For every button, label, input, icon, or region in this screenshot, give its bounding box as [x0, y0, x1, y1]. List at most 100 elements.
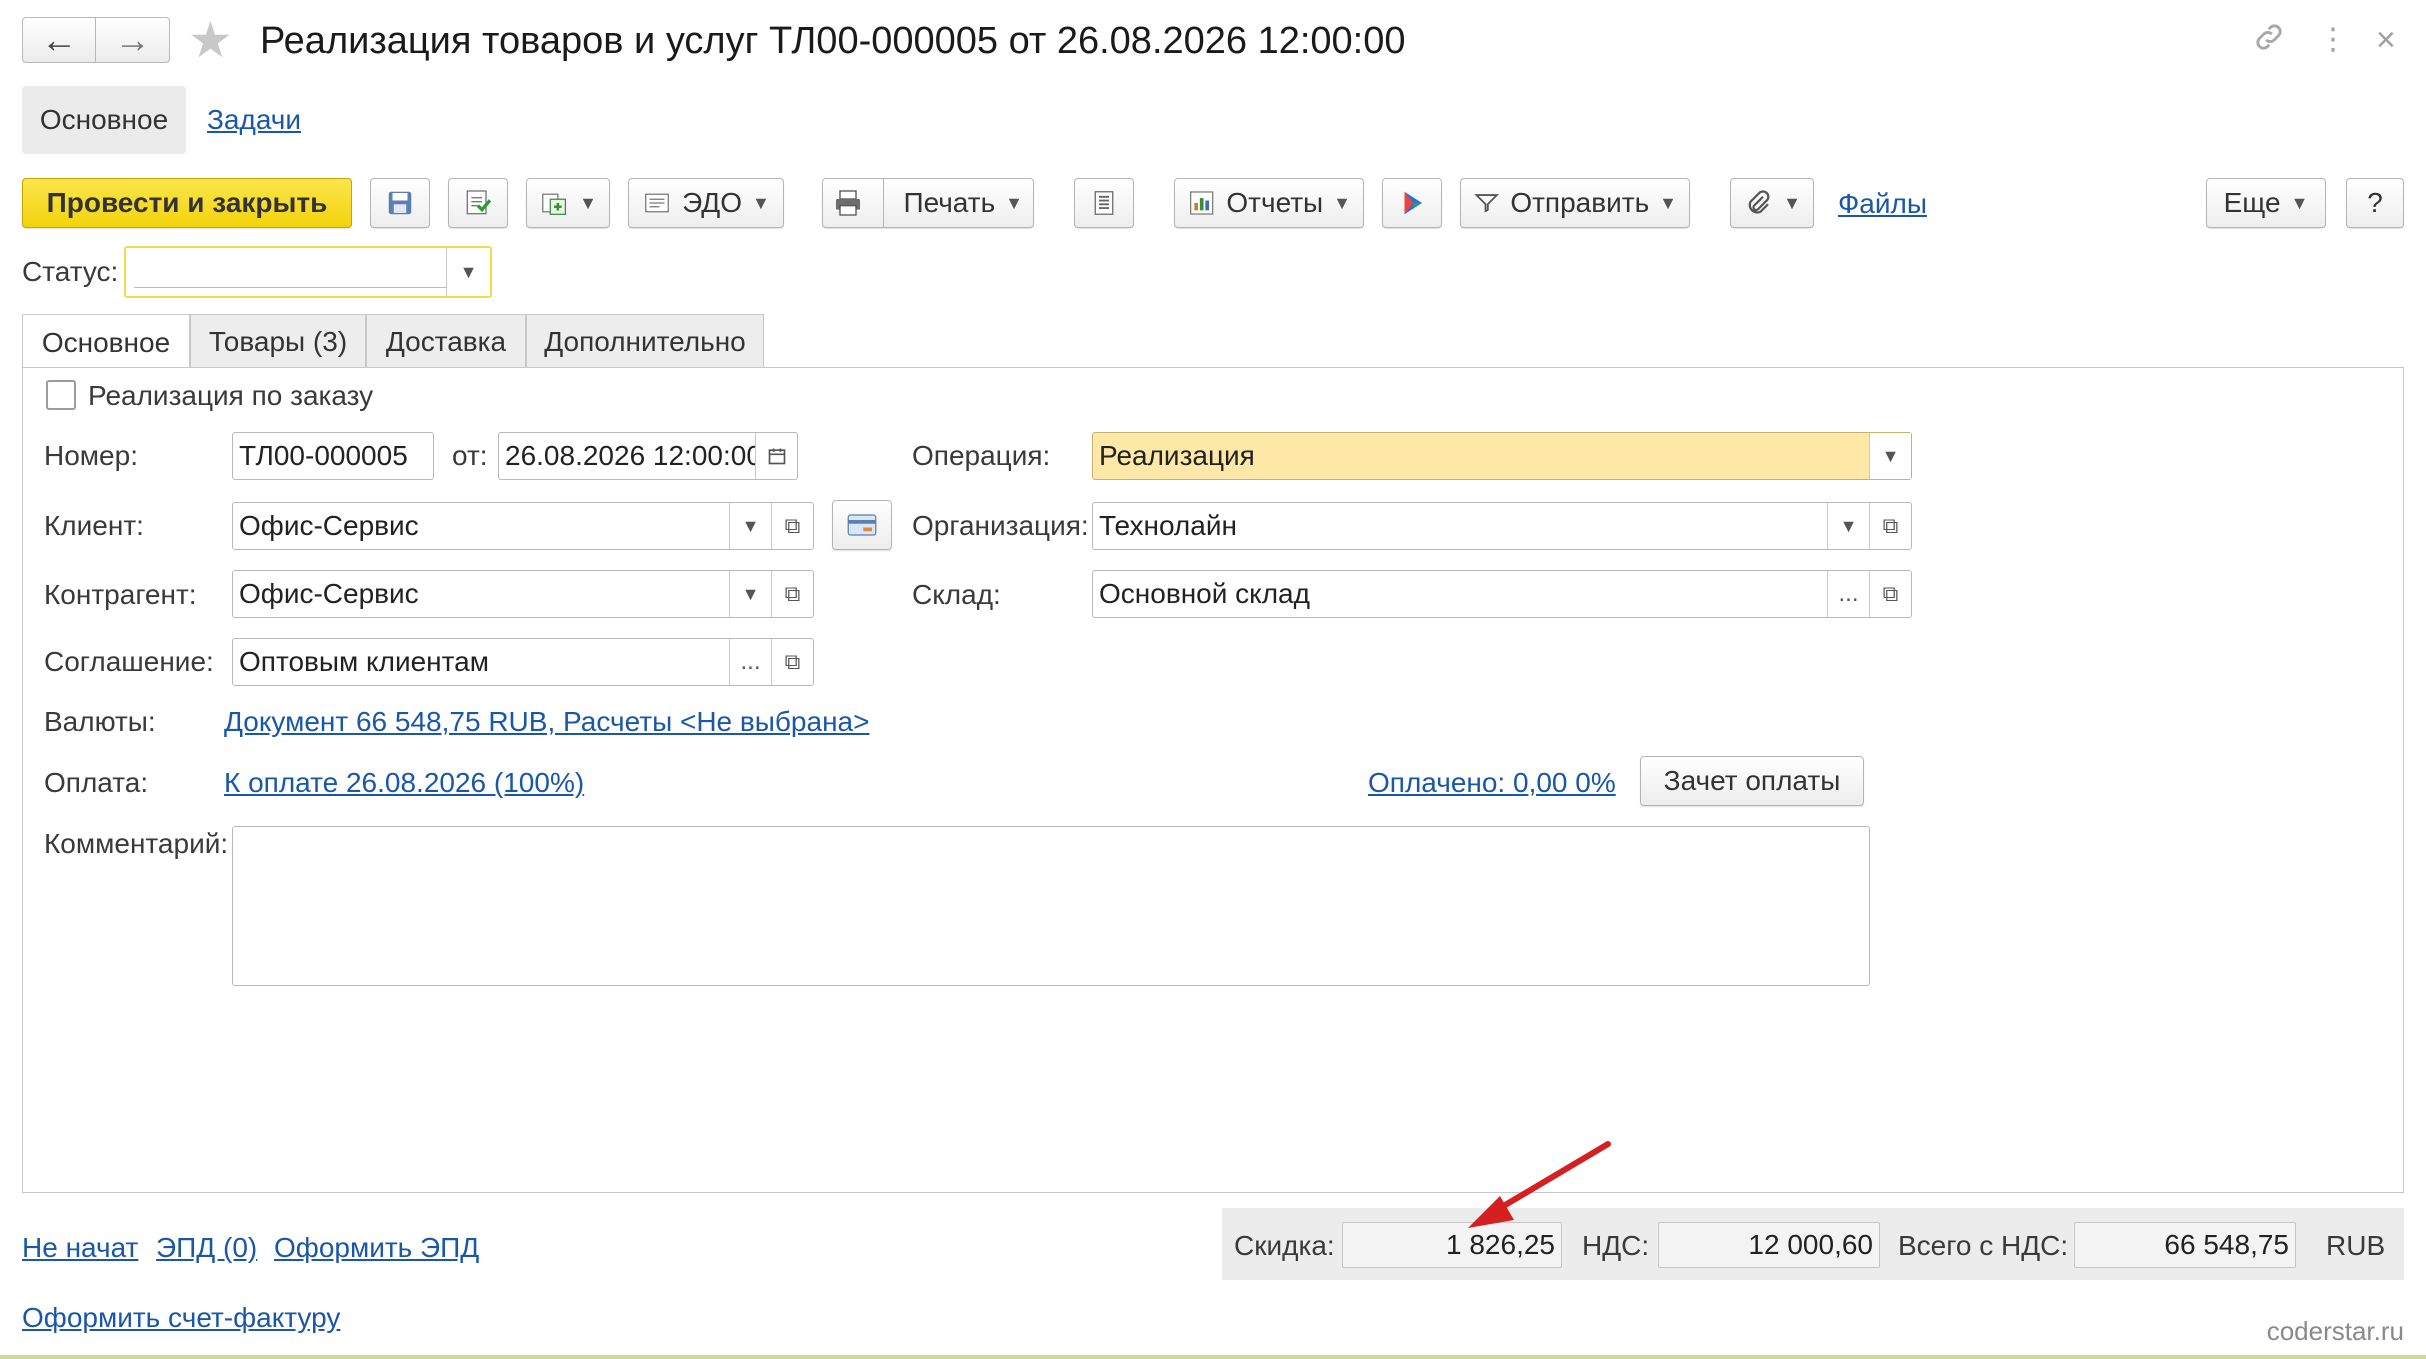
status-value — [134, 254, 446, 288]
files-link[interactable]: Файлы — [1838, 188, 1927, 220]
open-icon[interactable]: ⧉ — [771, 503, 813, 549]
currency-link[interactable]: Документ 66 548,75 RUB, Расчеты <Не выбр… — [224, 706, 869, 738]
make-epd-link[interactable]: Оформить ЭПД — [274, 1232, 479, 1264]
date-field[interactable]: 26.08.2026 12:00:00 — [498, 432, 798, 480]
agreement-value: Оптовым клиентам — [239, 646, 489, 677]
chevron-down-icon: ▼ — [1333, 192, 1351, 213]
total-label: Всего с НДС: — [1898, 1230, 2069, 1261]
client-field[interactable]: Офис-Сервис ▼ ⧉ — [232, 502, 814, 550]
post-and-close-button[interactable]: Провести и закрыть — [22, 178, 352, 228]
open-icon[interactable]: ⧉ — [1869, 503, 1911, 549]
play-logo-icon — [1404, 191, 1422, 215]
chevron-down-icon[interactable]: ▼ — [1827, 503, 1869, 549]
tab-main[interactable]: Основное — [22, 314, 190, 370]
send-label: Отправить — [1510, 187, 1650, 218]
section-tasks-link[interactable]: Задачи — [207, 104, 301, 136]
open-icon[interactable]: ⧉ — [771, 639, 813, 685]
operation-value: Реализация — [1099, 440, 1255, 471]
comment-textarea[interactable] — [232, 826, 1870, 986]
page-title: Реализация товаров и услуг ТЛ00-000005 о… — [260, 20, 1406, 62]
chevron-down-icon: ▼ — [1659, 192, 1677, 213]
bitrix-button[interactable] — [1382, 178, 1442, 228]
chevron-down-icon[interactable]: ▼ — [1869, 433, 1911, 479]
reports-button[interactable]: Отчеты ▼ — [1174, 178, 1364, 228]
vat-value: 12 000,60 — [1658, 1222, 1880, 1268]
chevron-down-icon[interactable]: ▼ — [446, 248, 490, 296]
date-from-label: от: — [452, 440, 488, 471]
edo-label: ЭДО — [682, 187, 743, 218]
star-icon[interactable]: ★ — [188, 13, 233, 67]
tab-delivery[interactable]: Доставка — [366, 314, 526, 368]
make-invoice-link[interactable]: Оформить счет-фактуру — [22, 1302, 340, 1334]
credit-card-icon — [847, 514, 877, 536]
print-button[interactable]: Печать ▼ — [822, 178, 1034, 228]
ellipsis-icon[interactable]: ... — [729, 639, 771, 685]
organization-value: Технолайн — [1099, 510, 1237, 541]
number-label: Номер: — [44, 440, 138, 471]
chevron-down-icon: ▼ — [1783, 192, 1801, 213]
number-field[interactable]: ТЛ00-000005 — [232, 432, 434, 480]
date-value: 26.08.2026 12:00:00 — [505, 440, 755, 471]
chevron-down-icon[interactable]: ▼ — [729, 571, 771, 617]
operation-label: Операция: — [912, 440, 1051, 471]
more-button[interactable]: Еще ▼ — [2206, 178, 2326, 228]
floppy-disk-icon — [388, 191, 412, 215]
not-started-link[interactable]: Не начат — [22, 1232, 138, 1264]
post-document-icon — [466, 190, 492, 215]
edo-button[interactable]: ЭДО ▼ — [628, 178, 784, 228]
chevron-down-icon[interactable]: ▼ — [729, 503, 771, 549]
forward-button[interactable]: → — [96, 17, 170, 63]
attach-button[interactable]: ▼ — [1730, 178, 1814, 228]
save-button[interactable] — [370, 178, 430, 228]
currency-code: RUB — [2326, 1230, 2386, 1261]
tab-additional[interactable]: Дополнительно — [526, 314, 764, 368]
arrow-right-icon: → — [114, 19, 151, 60]
paperclip-icon — [1748, 190, 1770, 214]
contractor-value: Офис-Сервис — [239, 578, 419, 609]
client-card-button[interactable] — [832, 500, 892, 550]
client-value: Офис-Сервис — [239, 510, 419, 541]
currency-label: Валюты: — [44, 706, 156, 737]
journal-button[interactable] — [1074, 178, 1134, 228]
document-journal-icon — [1094, 191, 1114, 215]
section-main[interactable]: Основное — [22, 86, 186, 154]
chevron-down-icon: ▼ — [579, 192, 597, 213]
tab-goods[interactable]: Товары (3) — [190, 314, 366, 368]
help-button[interactable]: ? — [2346, 178, 2404, 228]
chevron-down-icon: ▼ — [2290, 192, 2309, 213]
payment-link[interactable]: К оплате 26.08.2026 (100%) — [224, 767, 584, 799]
by-order-checkbox[interactable] — [46, 380, 76, 410]
operation-select[interactable]: Реализация ▼ — [1092, 432, 1912, 480]
warehouse-field[interactable]: Основной склад ... ⧉ — [1092, 570, 1912, 618]
link-icon[interactable] — [2252, 20, 2286, 65]
paid-link[interactable]: Оплачено: 0,00 0% — [1368, 767, 1616, 799]
post-button[interactable] — [448, 178, 508, 228]
payment-offset-button[interactable]: Зачет оплаты — [1640, 756, 1864, 806]
agreement-field[interactable]: Оптовым клиентам ... ⧉ — [232, 638, 814, 686]
edo-icon — [645, 193, 669, 213]
status-select[interactable]: ▼ — [124, 246, 492, 298]
print-label: Печать — [903, 187, 996, 218]
status-label: Статус: — [22, 256, 119, 287]
organization-field[interactable]: Технолайн ▼ ⧉ — [1092, 502, 1912, 550]
warehouse-label: Склад: — [912, 579, 1001, 610]
create-based-on-button[interactable]: ▼ — [526, 178, 610, 228]
number-value: ТЛ00-000005 — [239, 440, 408, 471]
reports-chart-icon — [1190, 191, 1214, 215]
chevron-down-icon: ▼ — [1005, 192, 1023, 213]
open-icon[interactable]: ⧉ — [771, 571, 813, 617]
send-button[interactable]: Отправить ▼ — [1460, 178, 1690, 228]
ellipsis-icon[interactable]: ... — [1827, 571, 1869, 617]
annotation-arrow-icon — [1468, 1141, 1611, 1228]
back-button[interactable]: ← — [22, 17, 96, 63]
send-icon — [1474, 194, 1500, 213]
contractor-field[interactable]: Офис-Сервис ▼ ⧉ — [232, 570, 814, 618]
calendar-icon[interactable] — [755, 433, 797, 479]
open-icon[interactable]: ⧉ — [1869, 571, 1911, 617]
epd-link[interactable]: ЭПД (0) — [156, 1232, 257, 1264]
total-value: 66 548,75 — [2074, 1222, 2296, 1268]
client-label: Клиент: — [44, 510, 144, 541]
arrow-left-icon: ← — [41, 19, 77, 60]
more-menu-icon[interactable]: ⋮ — [2318, 20, 2348, 60]
close-icon[interactable]: × — [2376, 20, 2396, 60]
